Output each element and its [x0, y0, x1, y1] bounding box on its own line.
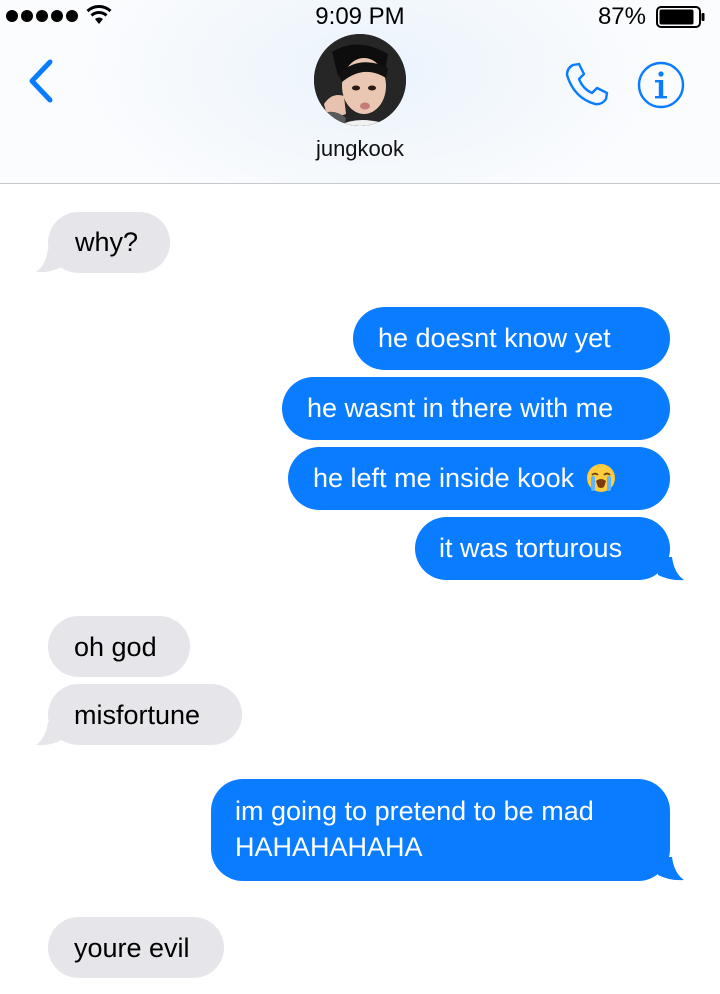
- message-text: why?: [75, 227, 139, 257]
- message-text-line: HAHAHAHAHA: [235, 832, 423, 862]
- battery-percent: 87%: [597, 3, 646, 30]
- message-received[interactable]: youre evil: [48, 917, 224, 978]
- message-text-line: im going to pretend to be mad: [235, 796, 594, 826]
- message-text: he doesnt know yet: [378, 323, 611, 353]
- info-icon[interactable]: [636, 60, 686, 110]
- message-sent[interactable]: it was torturous: [415, 517, 670, 580]
- contact-avatar[interactable]: [314, 34, 406, 126]
- message-sent[interactable]: he doesnt know yet: [353, 307, 670, 370]
- message-text: oh god: [74, 632, 157, 662]
- message-text: youre evil: [74, 933, 190, 963]
- message-received[interactable]: oh god: [48, 616, 190, 677]
- message-text: it was torturous: [439, 533, 623, 563]
- message-text: misfortune: [74, 700, 201, 730]
- phone-icon[interactable]: [562, 60, 610, 108]
- message-received[interactable]: misfortune: [48, 684, 242, 745]
- message-received[interactable]: why?: [48, 212, 170, 273]
- message-text: he left me inside kook: [313, 463, 575, 493]
- battery-icon: [656, 6, 705, 28]
- conversation-header: 9:09 PM 87% jungkook: [0, 0, 720, 184]
- status-bar: 9:09 PM 87%: [0, 0, 720, 34]
- message-sent[interactable]: im going to pretend to be mad HAHAHAHAHA: [211, 779, 670, 881]
- back-button[interactable]: [24, 56, 60, 106]
- contact-name[interactable]: jungkook: [0, 136, 720, 162]
- message-sent[interactable]: he left me inside kook: [288, 447, 670, 510]
- message-sent[interactable]: he wasnt in there with me: [282, 377, 670, 440]
- message-text: he wasnt in there with me: [307, 393, 614, 423]
- loudly-crying-face-emoji: [586, 464, 615, 492]
